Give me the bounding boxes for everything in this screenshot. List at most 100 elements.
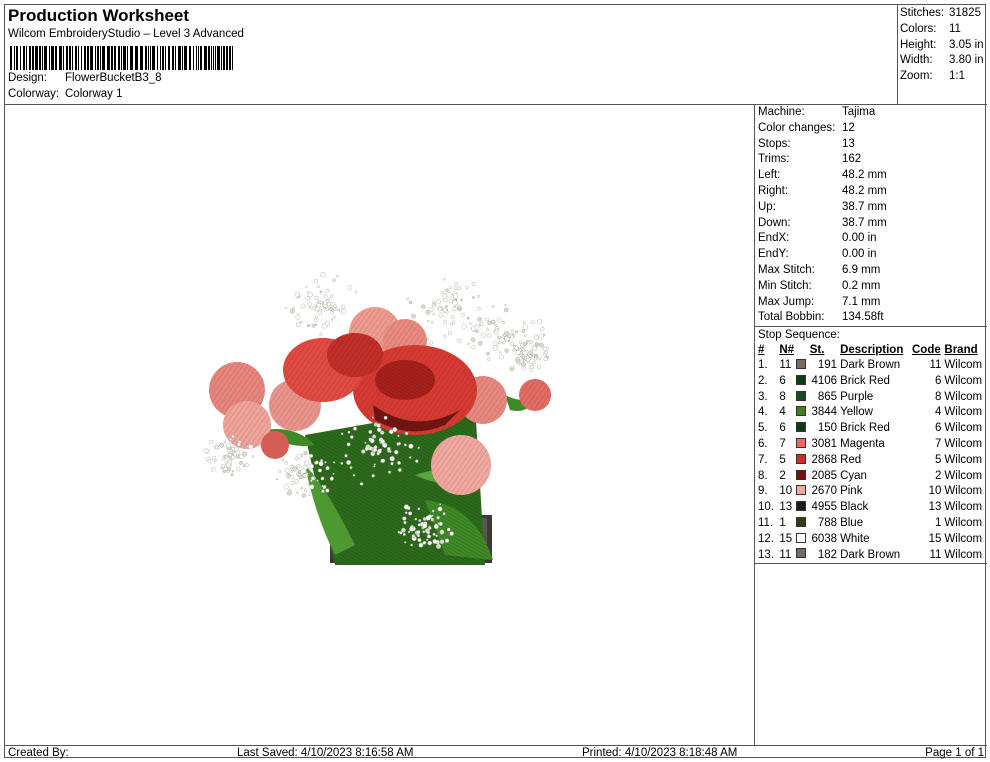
stop-brand: Wilcom: [944, 501, 983, 514]
page-title: Production Worksheet: [8, 6, 190, 25]
stop-code: 6: [935, 374, 942, 387]
stop-stitches: 182: [817, 548, 838, 561]
stop-description: Dark Brown: [840, 548, 901, 561]
stop-brand: Wilcom: [944, 437, 983, 450]
machine-label: Machine:: [758, 106, 805, 118]
stop-code: 6: [935, 422, 942, 435]
machine-label: Up:: [758, 200, 776, 213]
summary-row: Stitches: 31825: [898, 6, 987, 22]
machine-row: Right: 48.2 mm: [755, 184, 987, 200]
col-swatch: [796, 342, 810, 358]
machine-label: Color changes:: [758, 121, 836, 134]
stop-description: Black: [840, 501, 869, 514]
stop-swatch: [795, 374, 810, 390]
machine-label: Max Stitch:: [758, 263, 815, 276]
stop-stitches: 3081: [811, 437, 838, 450]
summary-value: 3.05 in: [949, 38, 984, 51]
machine-label: Max Jump:: [758, 295, 815, 308]
stop-swatch: [795, 500, 810, 516]
machine-value: 12: [842, 121, 855, 134]
machine-label: Down:: [758, 216, 791, 229]
color-swatch: [795, 358, 806, 369]
stop-needle: 15: [779, 532, 793, 545]
page-number: Page 1 of 1: [925, 747, 984, 759]
machine-label: Total Bobbin:: [758, 311, 825, 324]
stop-stitches: 191: [817, 358, 838, 371]
machine-value: 6.9 mm: [842, 263, 881, 276]
stop-code: 5: [935, 453, 942, 466]
stop-stitches: 4955: [811, 501, 838, 514]
stop-description: Brick Red: [840, 374, 890, 387]
stop-swatch: [795, 358, 810, 374]
stop-row: 2. 6 4106 Brick Red 6 Wilcom: [755, 374, 987, 390]
stop-code: 11: [929, 548, 942, 561]
machine-label: EndY:: [758, 248, 789, 261]
stop-stitches: 2868: [811, 453, 838, 466]
stop-index: 1.: [758, 358, 768, 371]
stop-brand: Wilcom: [944, 422, 983, 435]
stop-stitches: 788: [817, 516, 838, 529]
stop-needle: 13: [779, 501, 793, 514]
stats-panel: Machine: Tajima Color changes: 12 Stops: 13…: [754, 105, 987, 745]
stop-needle: 4: [779, 406, 786, 419]
created-by: Created By:: [8, 747, 69, 759]
machine-row: Down: 38.7 mm: [755, 216, 987, 232]
stop-code: 15: [928, 532, 942, 545]
stop-description: Red: [840, 453, 862, 466]
stop-needle: 6: [779, 374, 786, 387]
stop-row: 3. 8 865 Purple 8 Wilcom: [755, 390, 987, 406]
stop-code: 13: [928, 501, 942, 514]
stop-stitches: 2085: [811, 469, 838, 482]
machine-row: EndY: 0.00 in: [755, 247, 987, 263]
color-swatch: [795, 501, 806, 512]
machine-label: Left:: [758, 169, 781, 182]
worksheet-page: Production Worksheet Wilcom EmbroiderySt…: [4, 4, 987, 759]
stop-index: 11.: [758, 516, 774, 529]
summary-row: Height: 3.05 in: [898, 38, 987, 54]
machine-value: 7.1 mm: [842, 295, 881, 308]
stop-index: 7.: [758, 453, 768, 466]
stop-sequence-title: Stop Sequence:: [755, 326, 987, 342]
machine-row: Left: 48.2 mm: [755, 168, 987, 184]
stop-swatch: [795, 421, 810, 437]
machine-row: Total Bobbin: 134.58ft: [755, 310, 987, 326]
stop-index: 9.: [758, 485, 768, 498]
last-saved: Last Saved: 4/10/2023 8:16:58 AM: [237, 747, 414, 759]
design-barcode: [10, 46, 233, 70]
stop-swatch: [795, 548, 810, 564]
stop-description: Magenta: [840, 437, 885, 450]
machine-value: 0.00 in: [842, 232, 877, 245]
stop-row: 4. 4 3844 Yellow 4 Wilcom: [755, 405, 987, 421]
design-row: Design: FlowerBucketB3_8: [8, 72, 162, 84]
machine-row: Trims: 162: [755, 152, 987, 168]
color-swatch: [795, 422, 806, 433]
machine-row: Color changes: 12: [755, 121, 987, 137]
stop-stitches: 150: [817, 422, 838, 435]
stop-description: Purple: [840, 390, 874, 403]
stop-needle: 5: [779, 453, 786, 466]
stop-brand: Wilcom: [944, 548, 983, 561]
stop-swatch: [795, 405, 810, 421]
stop-brand: Wilcom: [944, 469, 983, 482]
stop-brand: Wilcom: [944, 485, 983, 498]
machine-value: 0.00 in: [842, 248, 877, 261]
worksheet-footer: Created By: Last Saved: 4/10/2023 8:16:5…: [5, 745, 987, 759]
flower-bouquet-embroidery: [203, 272, 551, 565]
machine-label: Right:: [758, 184, 789, 197]
color-swatch: [795, 532, 806, 543]
col-code: Code: [912, 344, 941, 357]
printed-date: Printed: 4/10/2023 8:18:48 AM: [582, 747, 738, 759]
color-swatch: [795, 453, 806, 464]
machine-label: Stops:: [758, 137, 791, 150]
stop-description: Dark Brown: [840, 358, 901, 371]
color-swatch: [795, 469, 806, 480]
stop-swatch: [795, 516, 810, 532]
design-label: Design:: [8, 72, 47, 84]
stop-brand: Wilcom: [944, 516, 983, 529]
stop-sequence-table: # N# St. Description Code Brand 1. 11 191 D…: [755, 342, 987, 565]
stop-code: 11: [929, 358, 942, 371]
machine-label: Trims:: [758, 153, 790, 166]
summary-box: Stitches: 31825 Colors: 11 Height: 3.05 in …: [897, 5, 987, 105]
stop-needle: 10: [779, 485, 793, 498]
stop-stitches: 865: [817, 390, 838, 403]
